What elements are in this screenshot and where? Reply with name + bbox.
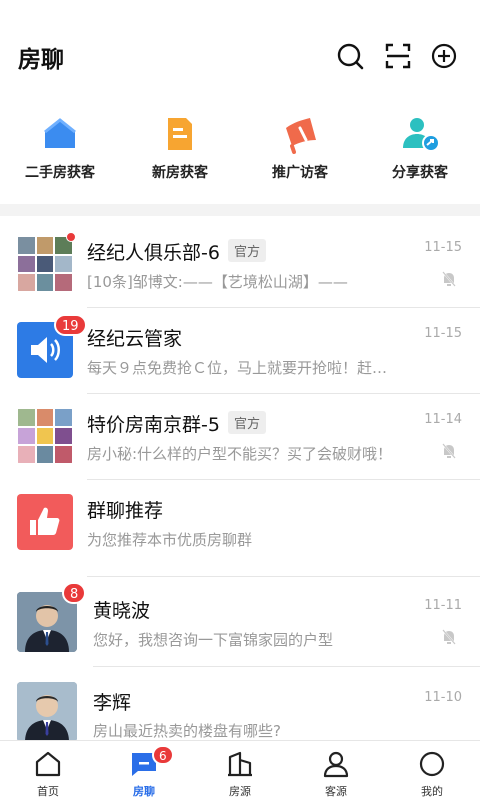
group-avatar — [17, 408, 73, 464]
quick-action-promote[interactable]: 推广访客 — [240, 108, 360, 198]
chat-time: 11-15 — [424, 240, 462, 255]
chat-preview: 为您推荐本市优质房聊群 — [87, 531, 253, 549]
house-icon — [44, 118, 76, 148]
chat-preview: 每天９点免费抢Ｃ位，马上就要开抢啦！赶… — [87, 359, 388, 377]
chat-time: 11-11 — [424, 598, 462, 613]
chat-name: 经纪云管家 — [87, 328, 183, 350]
tab-clients[interactable]: 客源 — [288, 741, 384, 800]
quick-action-secondhand[interactable]: 二手房获客 — [0, 108, 120, 198]
official-tag: 官方 — [227, 411, 266, 434]
chat-row[interactable]: 李辉 房山最近热卖的楼盘有哪些? 11-10 — [0, 672, 480, 740]
chat-name: 经纪人俱乐部-6 官方 — [87, 238, 266, 265]
chat-preview: 房小秘:什么样的户型不能买？买了会破财哦！ — [87, 445, 393, 463]
section-divider — [0, 204, 480, 216]
buildings-icon — [228, 751, 252, 777]
chat-row[interactable]: 群聊推荐 为您推荐本市优质房聊群 — [0, 480, 480, 566]
official-tag: 官方 — [227, 239, 266, 262]
mute-bell-icon — [442, 443, 456, 459]
add-icon[interactable] — [428, 40, 460, 72]
search-icon[interactable] — [334, 40, 366, 72]
row-divider — [93, 666, 480, 667]
tab-mine[interactable]: 我的 — [384, 741, 480, 800]
chat-preview: 房山最近热卖的楼盘有哪些? — [93, 722, 281, 740]
recommend-avatar — [17, 494, 73, 550]
share-user-icon — [403, 118, 440, 152]
scan-icon[interactable] — [382, 40, 414, 72]
chat-time: 11-10 — [424, 690, 462, 705]
mute-bell-icon — [442, 629, 456, 645]
group-avatar — [17, 236, 73, 292]
chat-name: 特价房南京群-5 官方 — [87, 410, 266, 437]
tab-bar: 首页 6 房聊 房源 客源 我的 — [0, 740, 480, 800]
chat-time: 11-14 — [424, 412, 462, 427]
thumbs-up-icon — [30, 507, 60, 535]
page-title: 房聊 — [18, 47, 64, 73]
chat-preview: [10条]邹博文:——【艺境松山湖】—— — [87, 273, 348, 291]
chat-row[interactable]: 经纪人俱乐部-6 官方 [10条]邹博文:——【艺境松山湖】—— 11-15 — [0, 222, 480, 308]
chat-name: 黄晓波 — [93, 600, 151, 622]
unread-dot — [66, 232, 76, 242]
unread-badge: 19 — [54, 314, 87, 336]
tab-listings[interactable]: 房源 — [192, 741, 288, 800]
quick-actions: 二手房获客 新房获客 推广访客 分享获客 — [0, 108, 480, 198]
chat-preview: 您好，我想咨询一下富锦家园的户型 — [93, 631, 334, 649]
header: 房聊 — [0, 0, 480, 100]
person-icon — [323, 751, 349, 778]
tab-chat[interactable]: 6 房聊 — [96, 741, 192, 800]
chat-row[interactable]: 8 黄晓波 您好，我想咨询一下富锦家园的户型 11-11 — [0, 580, 480, 667]
chat-time: 11-15 — [424, 326, 462, 341]
chat-name: 李辉 — [93, 692, 132, 714]
quick-action-share[interactable]: 分享获客 — [360, 108, 480, 198]
person-photo — [17, 682, 77, 740]
tab-badge: 6 — [152, 745, 174, 765]
home-icon — [35, 751, 61, 777]
mute-bell-icon — [442, 271, 456, 287]
chat-row[interactable]: 19 经纪云管家 每天９点免费抢Ｃ位，马上就要开抢啦！赶… 11-15 — [0, 308, 480, 394]
tab-home[interactable]: 首页 — [0, 741, 96, 800]
row-divider — [87, 576, 480, 577]
avatar — [17, 682, 77, 740]
quick-action-newhouse[interactable]: 新房获客 — [120, 108, 240, 198]
circle-icon — [419, 751, 445, 777]
chat-name: 群聊推荐 — [87, 500, 164, 522]
unread-badge: 8 — [62, 582, 87, 604]
megaphone-icon — [286, 118, 316, 154]
chat-row[interactable]: 特价房南京群-5 官方 房小秘:什么样的户型不能买？买了会破财哦！ 11-14 — [0, 394, 480, 480]
building-icon — [168, 118, 192, 150]
